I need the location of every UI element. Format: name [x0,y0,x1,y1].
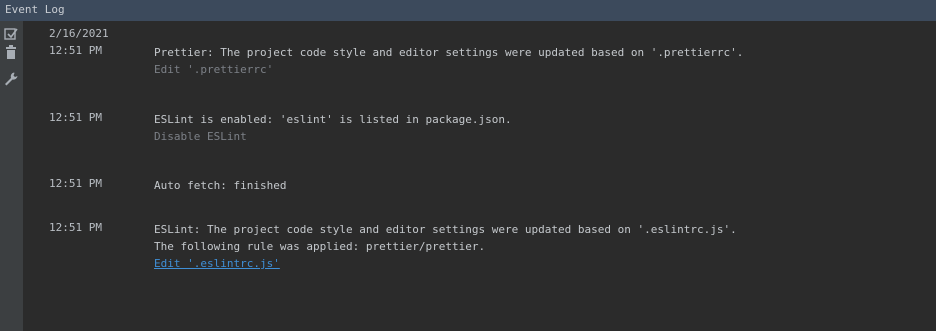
log-message-line: ESLint is enabled: 'eslint' is listed in… [154,113,512,126]
mark-read-icon[interactable] [3,26,19,42]
log-message-line: The following rule was applied: prettier… [154,240,486,253]
log-time: 12:51 PM [49,44,102,57]
edit-eslintrc-link[interactable]: Edit '.eslintrc.js' [154,255,737,272]
log-message-line: Auto fetch: finished [154,179,287,192]
log-time: 12:51 PM [49,221,102,234]
log-date: 2/16/2021 [49,27,109,40]
log-message: ESLint is enabled: 'eslint' is listed in… [154,111,512,145]
event-log-toolbar [0,21,23,331]
edit-prettierrc-link[interactable]: Edit '.prettierrc' [154,61,743,78]
tool-window-header: Event Log [0,0,936,21]
log-message-line: ESLint: The project code style and edito… [154,223,737,236]
wrench-icon[interactable] [3,71,19,87]
event-log-panel[interactable]: 2/16/2021 12:51 PM Prettier: The project… [23,21,936,331]
log-message-line: Prettier: The project code style and edi… [154,46,744,59]
log-message: Auto fetch: finished [154,177,286,194]
disable-eslint-link[interactable]: Disable ESLint [154,128,512,145]
log-message: Prettier: The project code style and edi… [154,44,743,78]
log-time: 12:51 PM [49,111,102,124]
log-message: ESLint: The project code style and edito… [154,221,737,272]
tool-window-title: Event Log [5,3,65,16]
log-time: 12:51 PM [49,177,102,190]
trash-icon[interactable] [3,44,19,60]
